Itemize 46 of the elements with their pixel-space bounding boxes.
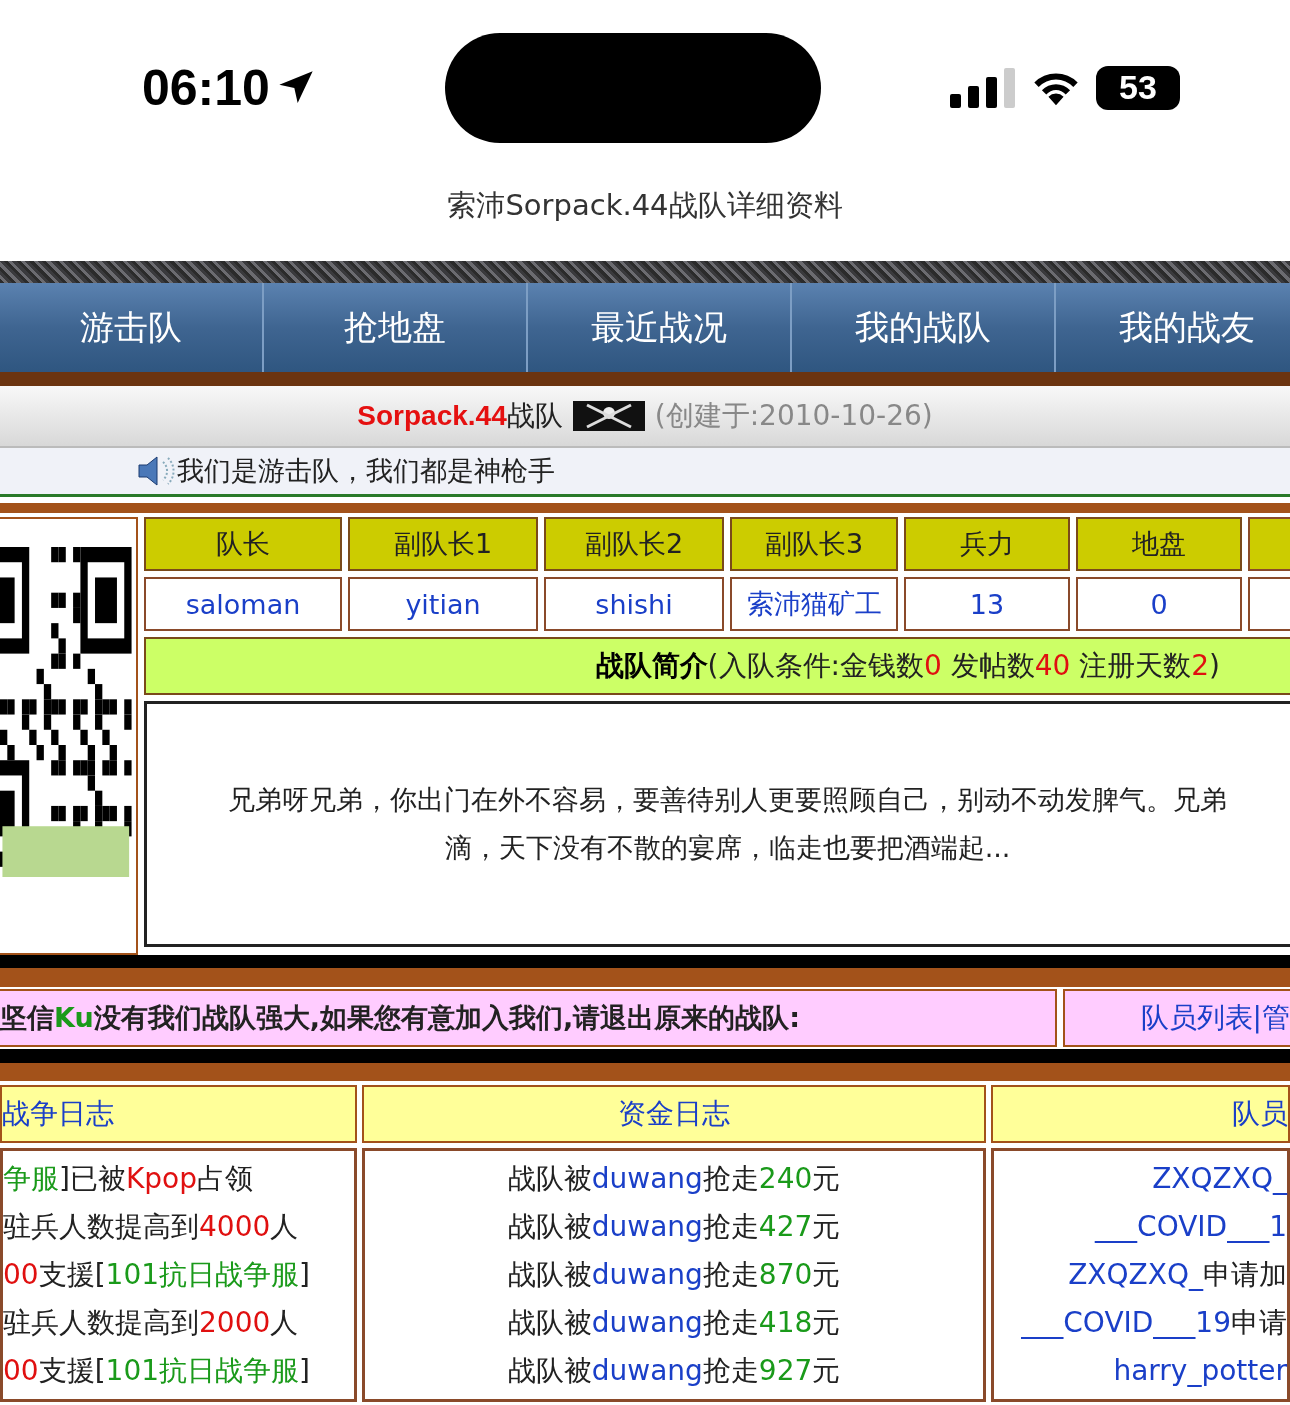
log-entry: harry_potter — [1113, 1353, 1287, 1389]
table-cell[interactable]: shishi — [544, 577, 724, 631]
table-cell[interactable]: yitian — [348, 577, 538, 631]
log-entry: 战队被duwang抢走927元 — [507, 1353, 841, 1389]
battery-icon: 53 — [1096, 65, 1180, 110]
log-entry: 00支援[101抗日战争服] — [3, 1353, 310, 1389]
column-header: 副队长3 — [730, 517, 898, 571]
team-suffix: 战队 — [506, 398, 563, 434]
team-name: Sorpack.44 — [357, 400, 507, 432]
log-entry: 驻兵人数提高到4000人 — [3, 1209, 299, 1245]
signal-icon — [950, 67, 1016, 108]
log-entry: 争服]已被Kpop占领 — [3, 1161, 253, 1197]
log-entry: 战队被duwang抢走870元 — [507, 1257, 841, 1293]
speaker-icon — [137, 454, 177, 488]
column-header: 兵力 — [904, 517, 1070, 571]
created-date: (创建于:2010-10-26) — [654, 398, 933, 434]
column-header: 副队长2 — [544, 517, 724, 571]
recruit-text: 坚信Ku没有我们战队强大,如果您有意加入我们,请退出原来的战队: — [0, 1001, 800, 1035]
log-header[interactable]: 资金日志 — [362, 1085, 986, 1143]
table-cell[interactable]: 0 — [1076, 577, 1242, 631]
table-cell — [1248, 577, 1290, 631]
column-header: 队长 — [144, 517, 342, 571]
motto-text: 我们是游击队，我们都是神枪手 — [177, 454, 555, 488]
log-entry: 战队被duwang抢走240元 — [507, 1161, 841, 1197]
page-title: 索沛Sorpack.44战队详细资料 — [446, 187, 844, 224]
table-cell[interactable]: 13 — [904, 577, 1070, 631]
intro-heading: 战队简介(入队条件:金钱数0 发帖数40 注册天数2) — [595, 648, 1220, 684]
log-entry: 战队被duwang抢走418元 — [507, 1305, 841, 1341]
log-entry: ___COVID___19申请 — [1021, 1305, 1287, 1341]
log-entry: ZXQZXQ_申请加 — [1068, 1257, 1287, 1293]
log-header[interactable]: 战争日志 — [0, 1085, 357, 1143]
column-header: 副队长1 — [348, 517, 538, 571]
pirate-flag-icon — [572, 401, 645, 431]
log-entry: 战队被duwang抢走427元 — [507, 1209, 841, 1245]
log-entry: 驻兵人数提高到2000人 — [3, 1305, 299, 1341]
clock-time: 06:10 — [142, 58, 270, 117]
log-entry: 00支援[101抗日战争服] — [3, 1257, 310, 1293]
member-list-link[interactable]: 队员列表|管 — [1140, 999, 1290, 1037]
column-header — [1248, 517, 1290, 571]
table-cell[interactable]: saloman — [144, 577, 342, 631]
log-entry: ___COVID___1 — [1095, 1209, 1287, 1245]
intro-paragraph: 兄弟呀兄弟，你出门在外不容易，要善待别人更要照顾自己，别动不动发脾气。兄弟 滴，天下没有不散的宴席，临走也要把酒端起... — [228, 783, 1227, 865]
table-cell[interactable]: 索沛猫矿工 — [730, 577, 898, 631]
column-header: 地盘 — [1076, 517, 1242, 571]
log-header[interactable]: 队员 — [991, 1085, 1290, 1143]
log-entry: ZXQZXQ_ — [1152, 1161, 1287, 1197]
